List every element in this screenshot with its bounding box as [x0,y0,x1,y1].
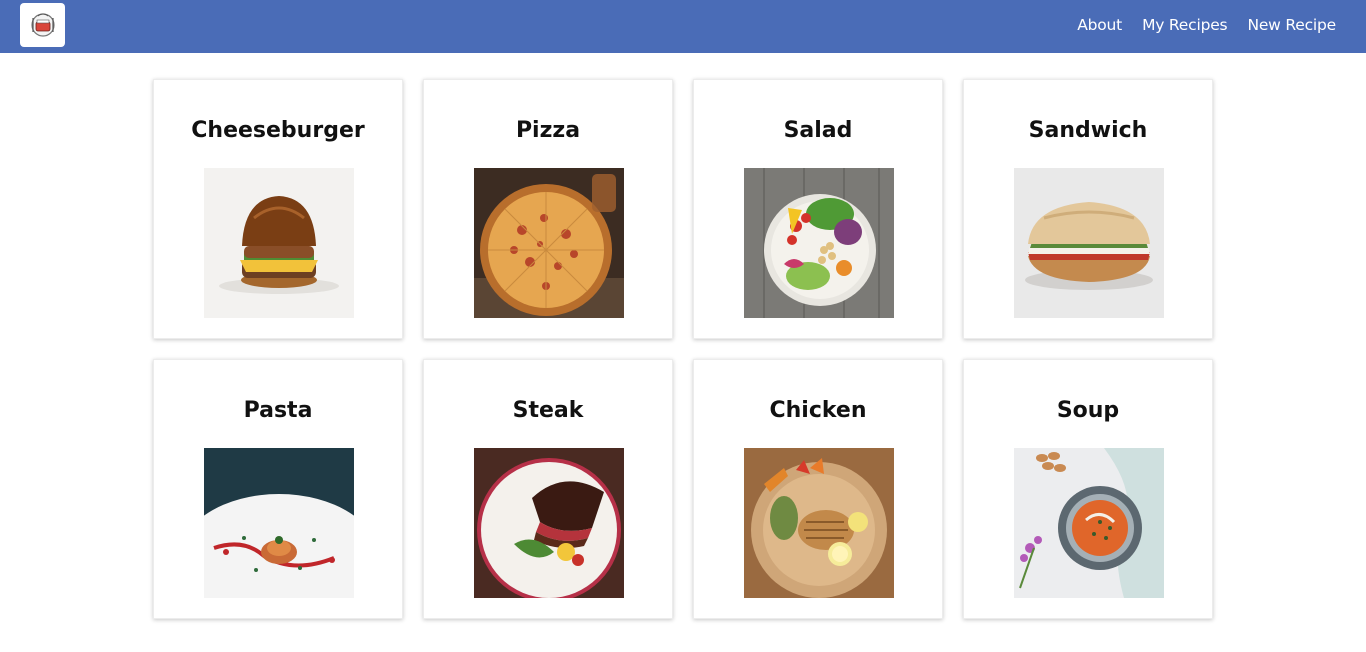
recipe-card-steak[interactable]: Steak [423,359,673,619]
salad-photo [744,168,894,318]
recipe-card-image [204,168,354,318]
recipe-card-image [474,168,624,318]
recipe-card-image [474,448,624,598]
recipe-card-title: Steak [512,398,584,423]
recipe-card-title: Cheeseburger [191,118,365,143]
recipe-card-pasta[interactable]: Pasta [153,359,403,619]
sandwich-photo [1014,168,1164,318]
recipe-card-salad[interactable]: Salad [693,79,943,339]
recipe-card-title: Chicken [769,398,867,423]
top-navbar: About My Recipes New Recipe [0,0,1366,53]
recipe-card-image [204,448,354,598]
recipe-card-title: Sandwich [1028,118,1148,143]
chicken-photo [744,448,894,598]
recipe-card-image [1014,168,1164,318]
recipe-book-logo-icon [30,13,55,37]
recipe-card-pizza[interactable]: Pizza [423,79,673,339]
cheeseburger-photo [204,168,354,318]
recipe-card-image [744,168,894,318]
recipe-card-title: Salad [783,118,853,143]
recipe-card-title: Pizza [515,118,581,143]
nav-my-recipes-link[interactable]: My Recipes [1142,16,1228,34]
pasta-photo [204,448,354,598]
home-logo-button[interactable] [20,3,65,47]
steak-photo [474,448,624,598]
recipe-card-title: Soup [1056,398,1120,423]
recipe-card-chicken[interactable]: Chicken [693,359,943,619]
recipe-card-image [1014,448,1164,598]
nav-about-link[interactable]: About [1077,16,1122,34]
recipe-card-image [744,448,894,598]
recipe-card-sandwich[interactable]: Sandwich [963,79,1213,339]
nav-links: About My Recipes New Recipe [1057,0,1336,50]
soup-photo [1014,448,1164,598]
recipe-card-cheeseburger[interactable]: Cheeseburger [153,79,403,339]
nav-new-recipe-link[interactable]: New Recipe [1247,16,1336,34]
recipe-card-soup[interactable]: Soup [963,359,1213,619]
recipe-card-title: Pasta [243,398,313,423]
pizza-photo [474,168,624,318]
